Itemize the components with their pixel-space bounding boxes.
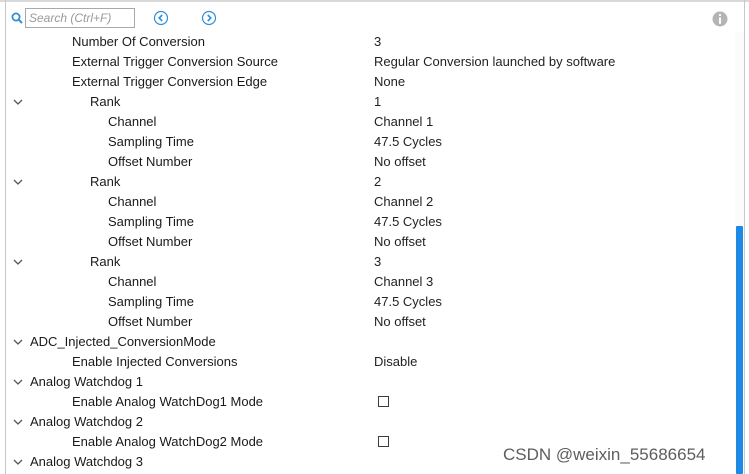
tree-row[interactable]: Offset Number No offset xyxy=(0,232,736,252)
row-label: Channel xyxy=(108,114,157,129)
row-label: ADC_Injected_ConversionMode xyxy=(30,334,216,349)
enable-checkbox[interactable] xyxy=(378,436,389,447)
row-label: External Trigger Conversion Source xyxy=(72,54,278,69)
tree-row[interactable]: Rank 1 xyxy=(0,92,736,112)
tree-row[interactable]: Channel Channel 3 xyxy=(0,272,736,292)
row-value[interactable]: Regular Conversion launched by software xyxy=(374,52,615,72)
chevron-down-icon[interactable] xyxy=(12,96,24,108)
row-value[interactable]: 47.5 Cycles xyxy=(374,212,442,232)
tree-row[interactable]: ADC_Injected_ConversionMode xyxy=(0,332,736,352)
search-icon xyxy=(11,12,23,24)
tree-row[interactable]: External Trigger Conversion Edge None xyxy=(0,72,736,92)
row-value[interactable]: Channel 1 xyxy=(374,112,433,132)
tree-row[interactable]: Number Of Conversion 3 xyxy=(0,32,736,52)
row-label: Number Of Conversion xyxy=(72,34,205,49)
row-value[interactable]: 3 xyxy=(374,32,381,52)
row-value[interactable]: No offset xyxy=(374,232,426,252)
row-value[interactable]: 47.5 Cycles xyxy=(374,292,442,312)
row-value[interactable]: 1 xyxy=(374,92,381,112)
tree-row[interactable]: Channel Channel 2 xyxy=(0,192,736,212)
row-value[interactable]: None xyxy=(374,72,405,92)
toolbar xyxy=(0,2,749,32)
tree-row[interactable]: Analog Watchdog 1 xyxy=(0,372,736,392)
tree-row[interactable]: Rank 2 xyxy=(0,172,736,192)
chevron-down-icon[interactable] xyxy=(12,376,24,388)
watermark: CSDN @weixin_55686654 xyxy=(503,445,706,464)
chevron-down-icon[interactable] xyxy=(12,416,24,428)
row-label: Analog Watchdog 1 xyxy=(30,374,143,389)
tree-row[interactable]: Offset Number No offset xyxy=(0,152,736,172)
row-label: Analog Watchdog 2 xyxy=(30,414,143,429)
enable-checkbox[interactable] xyxy=(378,396,389,407)
tree-row[interactable]: Sampling Time 47.5 Cycles xyxy=(0,212,736,232)
row-label: Channel xyxy=(108,274,157,289)
row-label: Analog Watchdog 3 xyxy=(30,454,143,469)
row-value[interactable]: 3 xyxy=(374,252,381,272)
row-label: Sampling Time xyxy=(108,134,194,149)
scrollbar-thumb[interactable] xyxy=(736,226,743,474)
row-label: Offset Number xyxy=(108,154,193,169)
tree-row[interactable]: Channel Channel 1 xyxy=(0,112,736,132)
tree-row[interactable]: Sampling Time 47.5 Cycles xyxy=(0,132,736,152)
parameter-tree: Number Of Conversion 3 External Trigger Co… xyxy=(0,32,749,474)
vertical-scrollbar[interactable] xyxy=(735,32,744,474)
row-value[interactable]: 2 xyxy=(374,172,381,192)
row-label: Enable Analog WatchDog1 Mode xyxy=(72,394,264,409)
tree-row[interactable]: Analog Watchdog 2 xyxy=(0,412,736,432)
tree-row[interactable]: Offset Number No offset xyxy=(0,312,736,332)
tree-row[interactable]: Enable Injected Conversions Disable xyxy=(0,352,736,372)
chevron-down-icon[interactable] xyxy=(12,176,24,188)
row-label: Enable Analog WatchDog2 Mode xyxy=(72,434,264,449)
row-label: Sampling Time xyxy=(108,214,194,229)
row-label: Rank xyxy=(90,174,121,189)
row-value[interactable]: Disable xyxy=(374,352,417,372)
row-value[interactable]: Channel 2 xyxy=(374,192,433,212)
row-value[interactable]: 47.5 Cycles xyxy=(374,132,442,152)
row-value[interactable]: No offset xyxy=(374,312,426,332)
row-label: Rank xyxy=(90,254,121,269)
tree-row[interactable]: External Trigger Conversion Source Regula… xyxy=(0,52,736,72)
chevron-down-icon[interactable] xyxy=(12,256,24,268)
row-label: External Trigger Conversion Edge xyxy=(72,74,268,89)
row-label: Offset Number xyxy=(108,314,193,329)
row-label: Offset Number xyxy=(108,234,193,249)
chevron-down-icon[interactable] xyxy=(12,336,24,348)
back-icon[interactable] xyxy=(153,10,169,26)
row-label: Sampling Time xyxy=(108,294,194,309)
row-value[interactable]: No offset xyxy=(374,152,426,172)
tree-row[interactable]: Rank 3 xyxy=(0,252,736,272)
tree-row[interactable]: Sampling Time 47.5 Cycles xyxy=(0,292,736,312)
row-value[interactable]: Channel 3 xyxy=(374,272,433,292)
row-label: Rank xyxy=(90,94,121,109)
search-input[interactable] xyxy=(25,8,135,28)
forward-icon[interactable] xyxy=(201,10,217,26)
info-icon[interactable] xyxy=(712,11,728,27)
tree-row[interactable]: Enable Analog WatchDog1 Mode xyxy=(0,392,736,412)
row-label: Enable Injected Conversions xyxy=(72,354,238,369)
row-label: Channel xyxy=(108,194,157,209)
chevron-down-icon[interactable] xyxy=(12,456,24,468)
